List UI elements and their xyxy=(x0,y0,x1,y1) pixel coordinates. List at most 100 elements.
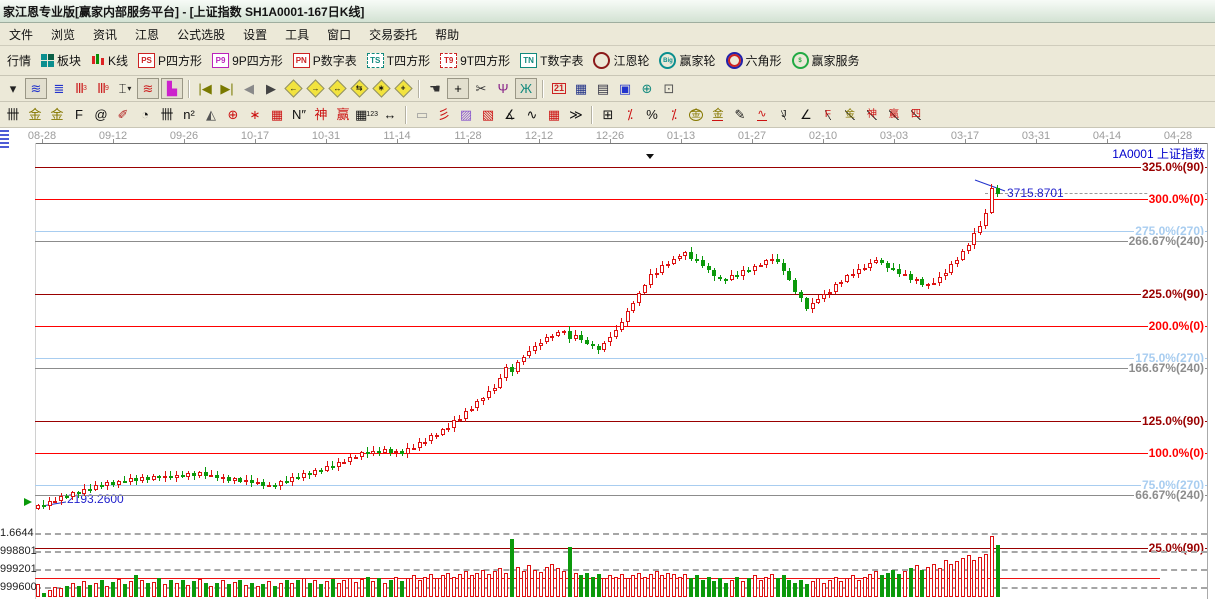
tool-shen-tool[interactable]: 神 xyxy=(311,105,331,124)
tool-n-wave[interactable]: N″ xyxy=(289,105,309,124)
toolbar-item-hexagon[interactable]: 六角形 xyxy=(726,52,782,69)
candle xyxy=(198,472,202,476)
tool-brain-tool[interactable]: Ж xyxy=(515,78,537,99)
menu-item-1[interactable]: 浏览 xyxy=(42,23,84,46)
tool-hand-tool[interactable]: ☚ xyxy=(425,79,445,98)
toolbar-item-t-number-table[interactable]: TNT数字表 xyxy=(520,52,583,69)
tool-web-save[interactable]: ⊕ xyxy=(637,79,657,98)
toolbar-item-9t-square[interactable]: T99T四方形 xyxy=(440,52,510,69)
tool-diamond-expand[interactable]: ↔ xyxy=(327,79,347,98)
tool-first-page[interactable]: |◀ xyxy=(195,79,215,98)
tool-histogram[interactable]: ▙ xyxy=(161,78,183,99)
toolbar-item-quotes[interactable]: 行情 xyxy=(7,52,31,69)
tool-zigzag-blue[interactable]: ≋ xyxy=(25,78,47,99)
toolbar-item-gann-wheel[interactable]: 江恩轮 xyxy=(593,52,649,69)
toolbar-item-sectors[interactable]: 板块 xyxy=(41,52,81,69)
toolbar-item-kline[interactable]: K线 xyxy=(91,52,128,69)
menu-item-5[interactable]: 设置 xyxy=(234,23,276,46)
tool-calendar[interactable]: 21 xyxy=(549,79,569,98)
tool-bars-3[interactable]: Ⅲ3 xyxy=(71,79,91,98)
toolbar-item-winner-wheel[interactable]: Big赢家轮 xyxy=(659,52,715,69)
menu-item-2[interactable]: 资讯 xyxy=(84,23,126,46)
tool-gold-ticks-2[interactable]: 金 xyxy=(47,105,67,124)
tool-double-slash[interactable]: ≫ xyxy=(566,105,586,124)
tool-diamond-left[interactable]: ← xyxy=(283,79,303,98)
tool-scissors-tool[interactable]: ✂ xyxy=(471,79,491,98)
tool-n-squared[interactable]: n² xyxy=(179,105,199,124)
tool-time-gauge[interactable]: ◔ xyxy=(135,105,155,124)
tool-grid-red[interactable]: ▦ xyxy=(267,105,287,124)
candle xyxy=(631,303,635,311)
tool-angle-plain[interactable]: ∠ xyxy=(796,105,816,124)
tool-wave-underline[interactable]: ∿ xyxy=(752,105,772,124)
tool-pc-save[interactable]: ⊡ xyxy=(659,79,679,98)
tool-diamond-right[interactable]: → xyxy=(305,79,325,98)
tool-ying-slash[interactable]: 赢 xyxy=(884,105,904,124)
tool-angle-lines[interactable]: ∡ xyxy=(500,105,520,124)
tool-f-ruler[interactable]: F xyxy=(69,105,89,124)
tool-gold-underline[interactable]: 金 xyxy=(708,105,728,124)
tool-gold-circled[interactable]: 金 xyxy=(686,105,706,124)
tool-report-doc[interactable]: ≣ xyxy=(49,79,69,98)
tool-diamond-star[interactable]: ∗ xyxy=(371,79,391,98)
tool-zigzag-line[interactable]: ∿ xyxy=(522,105,542,124)
candle xyxy=(470,409,474,412)
toolbar-item-p-square[interactable]: PSP四方形 xyxy=(138,52,202,69)
tool-spiral[interactable]: @ xyxy=(91,105,111,124)
menu-item-6[interactable]: 工具 xyxy=(276,23,318,46)
menu-item-0[interactable]: 文件 xyxy=(0,23,42,46)
tool-percent-strike-2[interactable]: ⁒ xyxy=(664,105,684,124)
tool-span-arrows[interactable]: ↔ xyxy=(380,105,400,124)
tool-next[interactable]: ▶ xyxy=(261,79,281,98)
tool-ray-fan[interactable]: 彡 xyxy=(434,105,454,124)
tool-brush[interactable]: ✐ xyxy=(113,105,133,124)
candle xyxy=(48,501,52,506)
tool-fan-box-2[interactable]: ▧ xyxy=(478,105,498,124)
toolbar-item-winner-service[interactable]: $赢家服务 xyxy=(792,52,860,69)
tool-psi-tool[interactable]: Ψ xyxy=(493,79,513,98)
title-bar[interactable]: 家江恩专业版[赢家内部服务平台] - [上证指数 SH1A0001-167日K线… xyxy=(0,0,1215,23)
toolbar-item-p-number-table[interactable]: PNP数字表 xyxy=(293,52,357,69)
tool-j-slash[interactable]: J xyxy=(774,105,794,124)
tool-ruler-2[interactable]: 卌 xyxy=(157,105,177,124)
toolbar-item-t-square[interactable]: TST四方形 xyxy=(367,52,430,69)
tool-candle-style[interactable]: ⌶▾ xyxy=(115,79,135,98)
tool-star-burst[interactable]: ∗ xyxy=(245,105,265,124)
tool-marker-pen[interactable]: ✎ xyxy=(730,105,750,124)
candle xyxy=(192,473,196,476)
tool-diamond-cross[interactable]: + xyxy=(393,79,413,98)
tool-dropdown[interactable]: ▾ xyxy=(3,79,23,98)
kline-chart-canvas[interactable]: 1A0001 上证指数 3715.8701 2193.2600 08-2809-… xyxy=(0,128,1215,599)
tool-grid-123[interactable]: ▦123 xyxy=(355,105,378,124)
tool-f-slash[interactable]: F xyxy=(818,105,838,124)
tool-save[interactable]: ▣ xyxy=(615,79,635,98)
tool-four-slash[interactable]: 四 xyxy=(906,105,926,124)
tool-gray-box[interactable]: ▭ xyxy=(412,105,432,124)
tool-ying-tool[interactable]: 赢 xyxy=(333,105,353,124)
toolbar-item-9p-square[interactable]: P99P四方形 xyxy=(212,52,283,69)
menu-item-8[interactable]: 交易委托 xyxy=(360,23,426,46)
tool-diamond-compress[interactable]: ⇆ xyxy=(349,79,369,98)
tool-prev[interactable]: ◀ xyxy=(239,79,259,98)
tool-scale-bars[interactable]: ⊞ xyxy=(598,105,618,124)
tool-gold-slash[interactable]: 金 xyxy=(840,105,860,124)
menu-item-3[interactable]: 江恩 xyxy=(126,23,168,46)
menu-item-4[interactable]: 公式选股 xyxy=(168,23,234,46)
tool-zigzag-red[interactable]: ≋ xyxy=(137,78,159,99)
tool-percent[interactable]: % xyxy=(642,105,662,124)
menu-item-9[interactable]: 帮助 xyxy=(426,23,468,46)
tool-crosshair-tool[interactable]: + xyxy=(447,78,469,99)
tool-gold-ticks-1[interactable]: 金 xyxy=(25,105,45,124)
menu-item-7[interactable]: 窗口 xyxy=(318,23,360,46)
tool-calculator[interactable]: ▦ xyxy=(571,79,591,98)
tool-last-page[interactable]: ▶| xyxy=(217,79,237,98)
tool-a-angle[interactable]: ◭ xyxy=(201,105,221,124)
tool-bars-9[interactable]: Ⅲ9 xyxy=(93,79,113,98)
tool-shen-slash[interactable]: 神 xyxy=(862,105,882,124)
tool-percent-strike-1[interactable]: ⁒ xyxy=(620,105,640,124)
tool-grid-dot[interactable]: ▦ xyxy=(544,105,564,124)
tool-circle-cross[interactable]: ⊕ xyxy=(223,105,243,124)
tool-fan-box-1[interactable]: ▨ xyxy=(456,105,476,124)
tool-notes-doc[interactable]: ▤ xyxy=(593,79,613,98)
tool-ticks-ruler[interactable]: 卌 xyxy=(3,105,23,124)
